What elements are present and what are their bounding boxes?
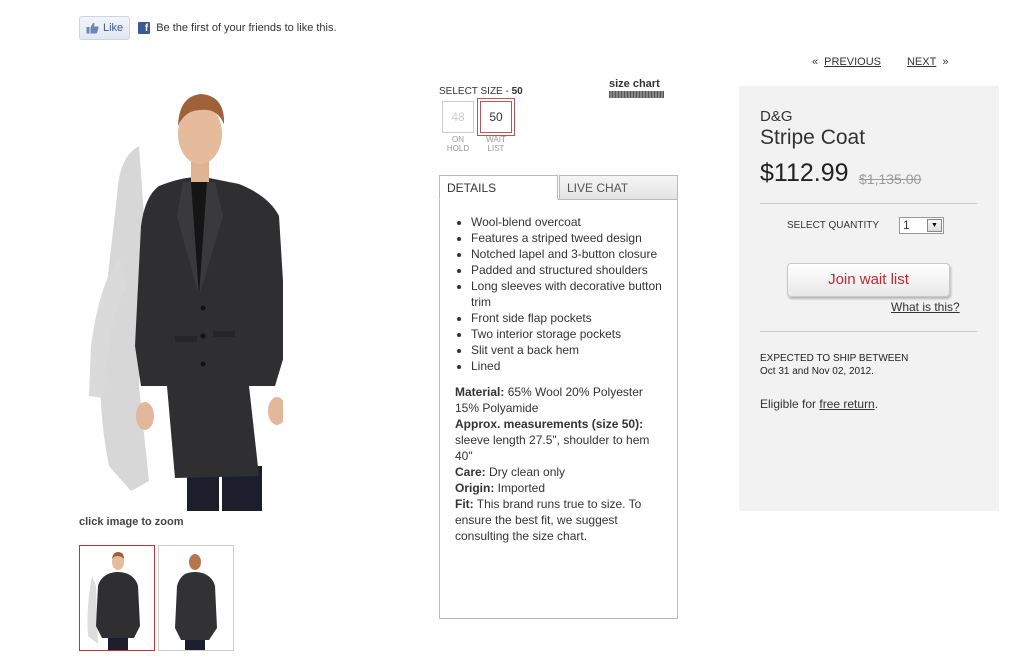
- ship-estimate-dates: Oct 31 and Nov 02, 2012.: [760, 366, 874, 377]
- list-item: Padded and structured shoulders: [471, 262, 663, 278]
- facebook-like-label: Like: [103, 22, 124, 34]
- product-name: Stripe Coat: [760, 126, 866, 149]
- info-tabs: DETAILS LIVE CHAT: [439, 175, 678, 200]
- size-selected-value: 50: [511, 86, 523, 97]
- care-value: Dry clean only: [485, 465, 566, 479]
- details-panel: Wool-blend overcoat Features a striped t…: [439, 199, 678, 619]
- size-option-48[interactable]: 48: [442, 101, 474, 133]
- size-note-50-line2: LIST: [487, 144, 505, 153]
- free-return-note: Eligible for free return.: [760, 397, 878, 411]
- measurements-value: sleeve length 27.5", shoulder to hem 40": [455, 433, 650, 463]
- list-item: Front side flap pockets: [471, 310, 663, 326]
- care-label: Care:: [455, 465, 486, 479]
- fit-label: Fit:: [455, 497, 474, 511]
- size-note-48-line1: ON: [452, 135, 464, 144]
- next-arrows-icon: »: [942, 56, 949, 68]
- list-item: Slit vent a back hem: [471, 342, 663, 358]
- size-note-48: ON HOLD: [441, 135, 475, 153]
- next-link[interactable]: NEXT: [907, 56, 936, 68]
- size-option-50[interactable]: 50: [477, 98, 515, 136]
- measurements-label: Approx. measurements (size 50):: [455, 417, 644, 431]
- quantity-value: 1: [903, 218, 910, 232]
- material-row: Material: 65% Wool 20% Polyester 15% Pol…: [455, 384, 663, 416]
- list-item: Notched lapel and 3-button closure: [471, 246, 663, 262]
- list-item: Features a striped tweed design: [471, 230, 663, 246]
- main-product-image[interactable]: [79, 86, 287, 511]
- care-row: Care: Dry clean only: [455, 464, 663, 480]
- facebook-like-widget: Like f Be the first of your friends to l…: [79, 16, 337, 40]
- tab-details[interactable]: DETAILS: [439, 175, 558, 200]
- join-wait-list-button[interactable]: Join wait list: [787, 263, 950, 297]
- facebook-friends-text: Be the first of your friends to like thi…: [156, 22, 337, 34]
- original-price: $1,135.00: [859, 171, 922, 187]
- list-item: Two interior storage pockets: [471, 326, 663, 342]
- quantity-label: SELECT QUANTITY: [787, 220, 880, 231]
- product-price: $112.99: [760, 159, 849, 187]
- free-return-link[interactable]: free return: [819, 397, 874, 411]
- origin-value: Imported: [494, 481, 546, 495]
- list-item: Lined: [471, 358, 663, 374]
- ship-estimate-heading: EXPECTED TO SHIP BETWEEN: [760, 353, 909, 364]
- measurements-row: Approx. measurements (size 50): sleeve l…: [455, 416, 663, 464]
- tab-live-chat[interactable]: LIVE CHAT: [559, 175, 678, 200]
- origin-row: Origin: Imported: [455, 480, 663, 496]
- what-is-this-link[interactable]: What is this?: [891, 300, 960, 314]
- fit-value: This brand runs true to size. To ensure …: [455, 497, 642, 543]
- previous-link[interactable]: PREVIOUS: [824, 56, 881, 68]
- eligible-prefix: Eligible for: [760, 397, 820, 411]
- facebook-like-button[interactable]: Like: [79, 16, 131, 40]
- material-label: Material:: [455, 385, 505, 399]
- chevron-down-icon: ▼: [927, 219, 942, 232]
- size-chart-label: size chart: [609, 78, 660, 90]
- size-note-50: WAIT LIST: [479, 135, 513, 153]
- feature-list: Wool-blend overcoat Features a striped t…: [455, 214, 663, 374]
- product-pager: « PREVIOUS NEXT »: [812, 56, 948, 68]
- list-item: Wool-blend overcoat: [471, 214, 663, 230]
- eligible-suffix: .: [874, 397, 879, 411]
- divider: [760, 331, 977, 332]
- quantity-select[interactable]: 1 ▼: [899, 217, 944, 234]
- product-brand: D&G: [760, 108, 793, 125]
- spec-block: Material: 65% Wool 20% Polyester 15% Pol…: [455, 384, 663, 544]
- size-chart-link[interactable]: size chart: [609, 79, 664, 99]
- size-note-48-line2: HOLD: [446, 144, 470, 153]
- list-item: Long sleeves with decorative button trim: [471, 278, 663, 310]
- size-label: SELECT SIZE - 50: [439, 86, 523, 97]
- size-label-prefix: SELECT SIZE -: [439, 86, 512, 97]
- fit-row: Fit: This brand runs true to size. To en…: [455, 496, 663, 544]
- buy-box: D&G Stripe Coat $112.99 $1,135.00 SELECT…: [739, 86, 999, 511]
- previous-arrows-icon: «: [812, 56, 819, 68]
- thumbs-up-icon: [86, 22, 99, 34]
- ruler-icon: [609, 91, 664, 98]
- divider: [760, 203, 977, 204]
- thumbnail-back[interactable]: [158, 545, 234, 651]
- zoom-hint: click image to zoom: [79, 516, 184, 528]
- facebook-logo-icon: f: [138, 22, 151, 34]
- thumbnail-front[interactable]: [79, 545, 155, 651]
- origin-label: Origin:: [455, 481, 495, 495]
- size-note-50-line1: WAIT: [486, 135, 506, 144]
